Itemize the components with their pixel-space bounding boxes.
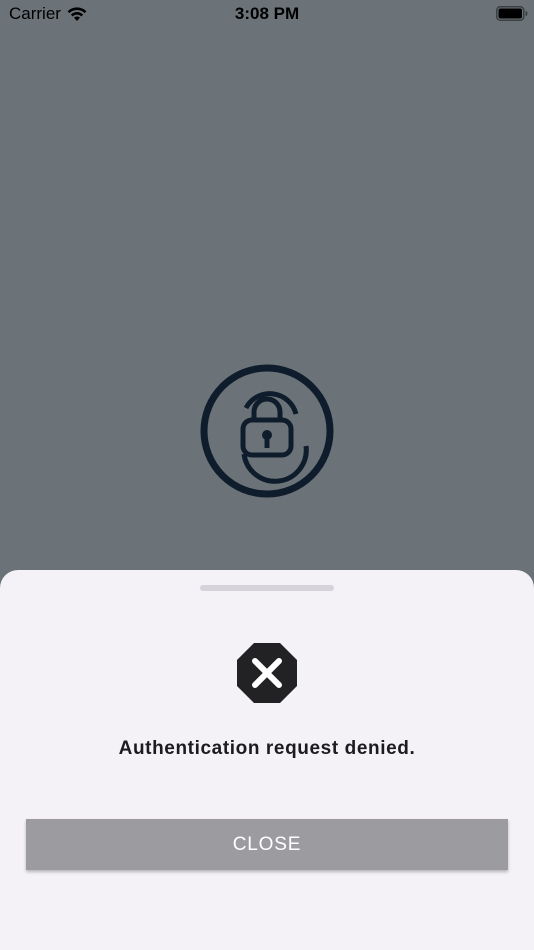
battery-icon xyxy=(496,6,528,26)
x-octagon-icon xyxy=(236,642,298,704)
sheet-grabber[interactable] xyxy=(200,585,334,591)
status-bar: Carrier 3:08 PM xyxy=(0,0,534,28)
bottom-sheet: Authentication request denied. CLOSE xyxy=(0,570,534,950)
close-button-label: CLOSE xyxy=(232,833,302,855)
status-time: 3:08 PM xyxy=(234,4,300,23)
status-message: Authentication request denied. xyxy=(118,738,416,759)
lock-logo-icon xyxy=(198,362,336,500)
close-button[interactable]: CLOSE xyxy=(26,819,508,870)
screen: Carrier 3:08 PM Authentication request d… xyxy=(0,0,534,950)
